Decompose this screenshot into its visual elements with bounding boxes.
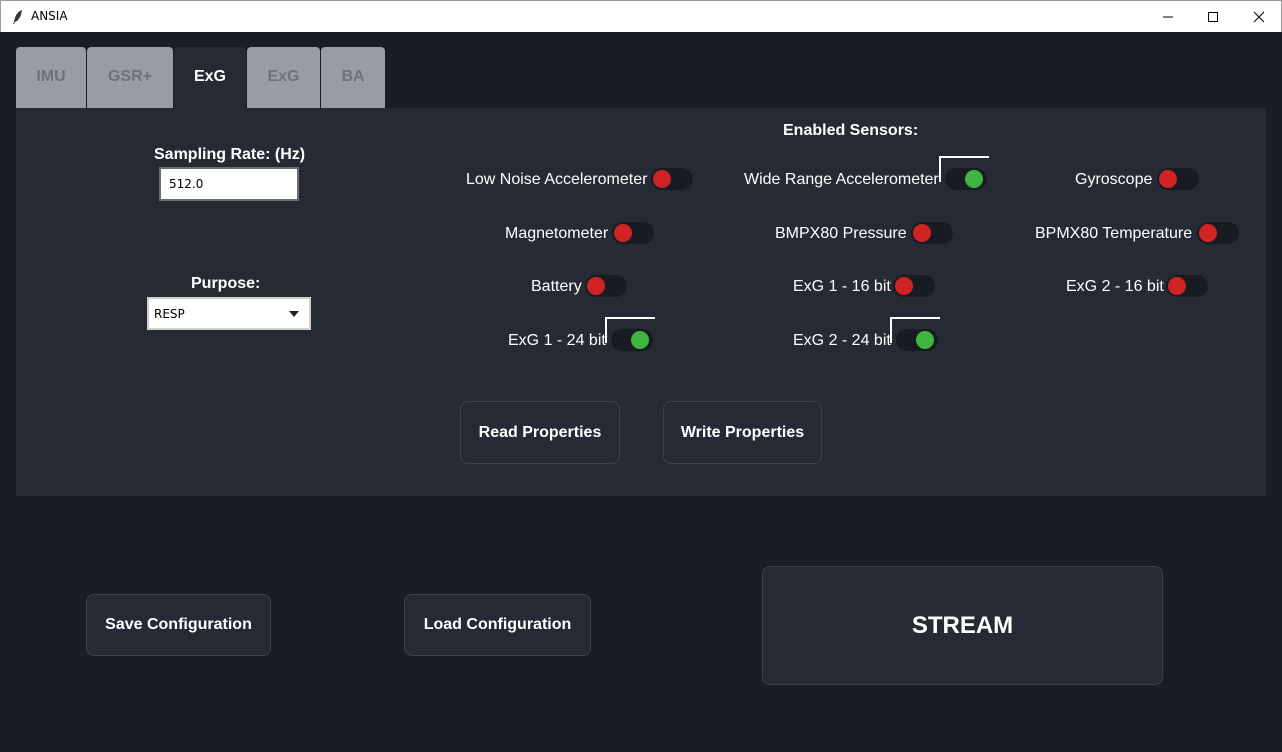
toggle-knob <box>614 224 632 242</box>
toggle-gyroscope[interactable] <box>1157 168 1199 190</box>
sensor-label-gyroscope: Gyroscope <box>1075 171 1153 188</box>
sensor-label-exg2-16bit: ExG 2 - 16 bit <box>1066 278 1164 295</box>
purpose-dropdown[interactable]: RESP <box>147 297 311 330</box>
sampling-rate-label: Sampling Rate: (Hz) <box>154 146 306 163</box>
toggle-magnetometer[interactable] <box>612 222 654 244</box>
toggle-battery[interactable] <box>585 275 627 297</box>
toggle-knob <box>587 277 605 295</box>
sensor-label-exg2-24bit: ExG 2 - 24 bit <box>793 332 891 349</box>
title-bar: ANSIA <box>0 0 1282 32</box>
enabled-sensors-heading: Enabled Sensors: <box>783 122 919 139</box>
toggle-knob <box>1159 170 1177 188</box>
toggle-knob <box>1168 277 1186 295</box>
dropdown-arrow-icon <box>289 311 299 317</box>
sensor-label-exg1-16bit: ExG 1 - 16 bit <box>793 278 891 295</box>
toggle-knob <box>913 224 931 242</box>
toggle-knob <box>631 331 649 349</box>
sampling-rate-input[interactable]: 512.0 <box>159 167 299 201</box>
tab-gsr[interactable]: GSR+ <box>87 47 173 108</box>
feather-icon <box>13 10 22 24</box>
tab-ba[interactable]: BA <box>321 47 385 108</box>
toggle-knob <box>895 277 913 295</box>
tab-exg-active[interactable]: ExG <box>174 47 246 108</box>
purpose-label: Purpose: <box>191 275 261 292</box>
stream-button[interactable]: STREAM <box>762 566 1163 685</box>
toggle-exg1-24bit[interactable] <box>605 317 655 351</box>
toggle-bmpx80-pressure[interactable] <box>911 222 953 244</box>
save-configuration-button[interactable]: Save Configuration <box>86 594 271 656</box>
toggle-exg1-16bit[interactable] <box>893 275 935 297</box>
toggle-bpmx80-temperature[interactable] <box>1197 222 1239 244</box>
write-properties-button[interactable]: Write Properties <box>663 401 822 464</box>
sensor-label-exg1-24bit: ExG 1 - 24 bit <box>508 332 606 349</box>
tab-imu[interactable]: IMU <box>16 47 86 108</box>
sensor-label-bpmx80-temperature: BPMX80 Temperature <box>1035 225 1193 242</box>
toggle-wide-range-accelerometer[interactable] <box>939 156 989 190</box>
maximize-icon <box>1208 11 1218 22</box>
close-icon <box>1253 11 1265 22</box>
purpose-selected-value: RESP <box>154 306 185 321</box>
minimize-icon <box>1163 16 1173 17</box>
toggle-exg2-16bit[interactable] <box>1166 275 1208 297</box>
toggle-knob <box>916 331 934 349</box>
read-properties-button[interactable]: Read Properties <box>460 401 620 464</box>
sensor-label-low-noise-accelerometer: Low Noise Accelerometer <box>466 171 648 188</box>
window-title: ANSIA <box>31 9 68 23</box>
toggle-exg2-24bit[interactable] <box>890 317 940 351</box>
toggle-knob <box>1199 224 1217 242</box>
minimize-button[interactable] <box>1145 1 1191 32</box>
sensor-label-bmpx80-pressure: BMPX80 Pressure <box>775 225 907 242</box>
maximize-button[interactable] <box>1190 1 1236 32</box>
sensor-label-battery: Battery <box>531 278 582 295</box>
toggle-low-noise-accelerometer[interactable] <box>651 168 693 190</box>
toggle-knob <box>653 170 671 188</box>
sensor-label-wide-range-accelerometer: Wide Range Accelerometer <box>744 171 939 188</box>
close-button[interactable] <box>1236 1 1282 32</box>
toggle-knob <box>965 170 983 188</box>
sensor-label-magnetometer: Magnetometer <box>505 225 609 242</box>
tab-exg[interactable]: ExG <box>247 47 320 108</box>
load-configuration-button[interactable]: Load Configuration <box>404 594 591 656</box>
